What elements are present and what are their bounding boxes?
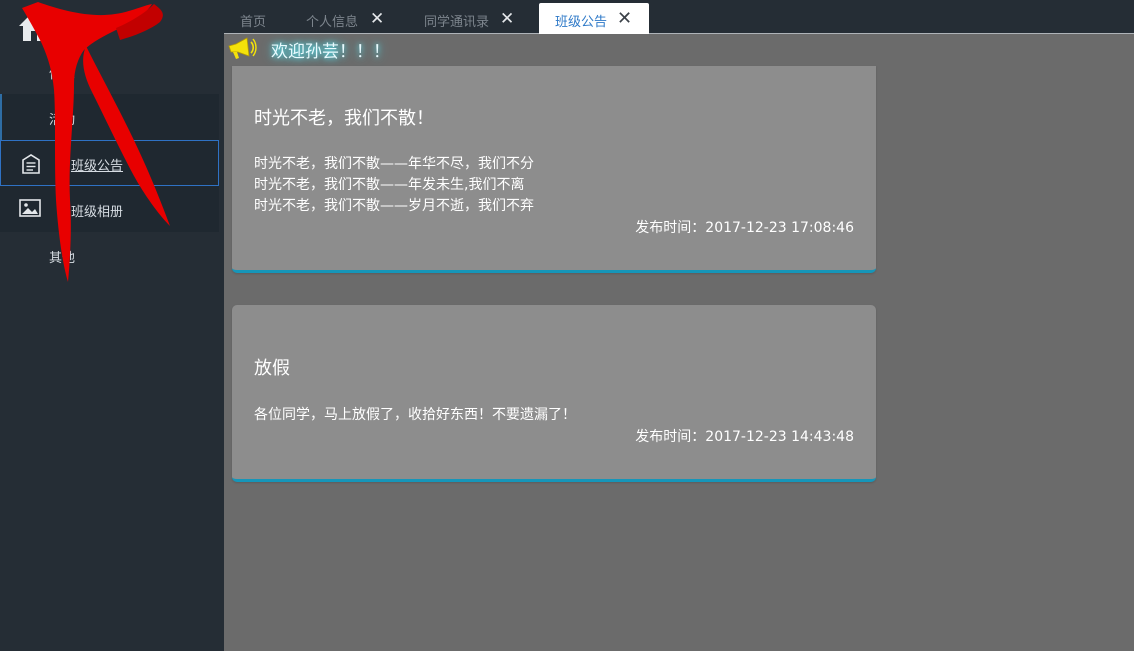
notice-title: 时光不老，我们不散！ xyxy=(254,108,434,129)
sidebar-item-label: 信息 xyxy=(49,67,76,82)
sidebar-item-notice[interactable]: 班级公告 xyxy=(0,140,219,186)
notice-card: 时光不老，我们不散！ 时光不老，我们不散——年华不尽，我们不分 时光不老，我们不… xyxy=(232,66,876,273)
sidebar: 首页 信息 活动 班级公告 班级相册 其他 xyxy=(0,0,224,651)
sidebar-item-other[interactable]: 其他 xyxy=(0,232,219,278)
notice-line: 时光不老，我们不散——年华不尽，我们不分 xyxy=(254,156,534,172)
welcome-text: 欢迎孙芸！！！ xyxy=(271,42,390,62)
sidebar-item-album[interactable]: 班级相册 xyxy=(0,186,219,232)
close-icon[interactable]: ✕ xyxy=(617,8,632,29)
image-icon xyxy=(19,199,41,221)
notice-line: 时光不老，我们不散——年发未生,我们不离 xyxy=(254,177,525,193)
tab-home[interactable]: 首页 xyxy=(240,3,266,34)
notice-publish-time: 发布时间：2017-12-23 14:43:48 xyxy=(635,429,854,445)
sidebar-item-label: 活动 xyxy=(49,113,76,128)
megaphone-icon xyxy=(226,36,258,66)
tab-label: 班级公告 xyxy=(555,15,608,30)
notice-body: 时光不老，我们不散——年华不尽，我们不分 时光不老，我们不散——年发未生,我们不… xyxy=(254,154,534,217)
notice-publish-time: 发布时间：2017-12-23 17:08:46 xyxy=(635,220,854,236)
notice-title: 放假 xyxy=(254,358,290,379)
tab-label: 个人信息 xyxy=(306,15,359,30)
close-icon[interactable]: ✕ xyxy=(500,9,514,29)
sidebar-item-label: 班级公告 xyxy=(71,159,124,174)
notice-body: 各位同学，马上放假了，收拾好东西！不要遗漏了！ xyxy=(254,405,576,426)
tab-profile[interactable]: 个人信息 ✕ xyxy=(306,3,384,34)
sidebar-item-label: 首页 xyxy=(80,20,107,35)
sidebar-item-home[interactable]: 首页 xyxy=(0,0,219,48)
tab-label: 首页 xyxy=(240,15,267,30)
tab-label: 同学通讯录 xyxy=(424,15,490,30)
notice-icon xyxy=(20,153,42,179)
sidebar-item-activity[interactable]: 活动 xyxy=(0,94,219,140)
tab-bar: 首页 个人信息 ✕ 同学通讯录 ✕ 班级公告 ✕ xyxy=(224,0,1134,34)
sidebar-item-info[interactable]: 信息 xyxy=(0,48,219,94)
sidebar-item-label: 其他 xyxy=(49,251,76,266)
tab-notice[interactable]: 班级公告 ✕ xyxy=(539,3,649,34)
home-icon xyxy=(17,9,51,47)
sidebar-item-label: 班级相册 xyxy=(71,205,124,220)
notice-line: 各位同学，马上放假了，收拾好东西！不要遗漏了！ xyxy=(254,407,576,423)
close-icon[interactable]: ✕ xyxy=(370,9,384,29)
tab-contacts[interactable]: 同学通讯录 ✕ xyxy=(424,3,514,34)
notice-card: 放假 各位同学，马上放假了，收拾好东西！不要遗漏了！ 发布时间：2017-12-… xyxy=(232,305,876,482)
notice-line: 时光不老，我们不散——岁月不逝，我们不弃 xyxy=(254,198,534,214)
